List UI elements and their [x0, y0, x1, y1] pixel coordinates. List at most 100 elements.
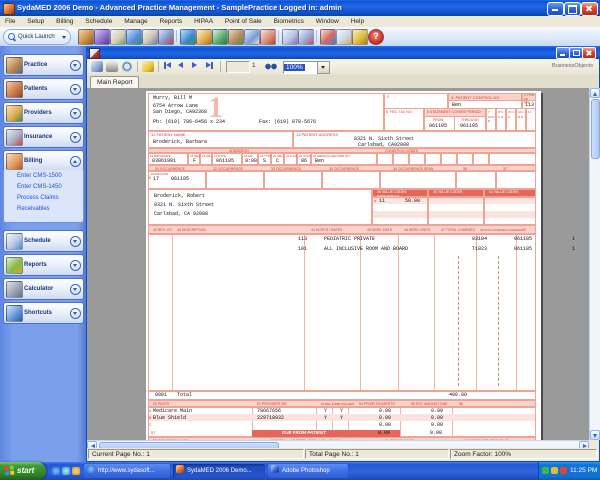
task-sydamed[interactable]: SydaMED 2006 Demo...: [173, 464, 265, 478]
menu-point-of-sale[interactable]: Point of Sale: [220, 16, 267, 27]
user-report-icon[interactable]: [260, 29, 276, 45]
chevron-down-icon[interactable]: [70, 132, 81, 143]
sidebar-link-process-claims[interactable]: Process Claims: [4, 192, 83, 203]
patient-record-icon[interactable]: [110, 29, 126, 45]
sidebar-item-providers[interactable]: Providers: [3, 102, 84, 124]
maximize-button[interactable]: [564, 2, 581, 16]
sidebar-item-practice[interactable]: Practice: [3, 54, 84, 76]
sidebar-item-insurance[interactable]: Insurance: [3, 126, 84, 148]
chevron-down-icon[interactable]: [70, 84, 81, 95]
zoom-combobox[interactable]: 100%: [283, 61, 319, 74]
sidebar-item-patients[interactable]: Patients: [3, 78, 84, 100]
sidebar-link-enter-cms-1500[interactable]: Enter CMS-1500: [4, 170, 83, 181]
chevron-down-icon[interactable]: [70, 236, 81, 247]
chevron-down-icon[interactable]: [70, 260, 81, 271]
document-icon[interactable]: [142, 29, 158, 45]
print-icon[interactable]: [106, 61, 118, 72]
status-zoom-factor: Zoom Factor: 100%: [450, 449, 597, 459]
form-occurrence-col4: [322, 171, 380, 189]
service-row-desc: PEDIATRIC PRIVATE: [324, 237, 375, 243]
menu-setup[interactable]: Setup: [22, 16, 49, 27]
menu-help[interactable]: Help: [346, 16, 369, 27]
task-photoshop[interactable]: Adobe Photoshop: [268, 464, 348, 478]
start-button[interactable]: start: [0, 462, 46, 480]
tab-main-report[interactable]: Main Report: [90, 76, 139, 88]
sydamed-icon: [176, 465, 184, 473]
form-box-6-through: THROUGH 061105: [454, 116, 486, 131]
patients-icon: [6, 81, 23, 98]
scroll-down-button[interactable]: [590, 430, 600, 440]
vertical-scroll-thumb[interactable]: [591, 99, 600, 159]
menu-biometrics[interactable]: Biometrics: [269, 16, 309, 27]
sidebar-link-enter-cms-1450[interactable]: Enter CMS-1450: [4, 181, 83, 192]
refresh-icon[interactable]: [121, 61, 133, 72]
zoom-dropdown-button[interactable]: [317, 61, 330, 74]
menu-billing[interactable]: Billing: [51, 16, 78, 27]
claim-form-icon[interactable]: [158, 29, 174, 45]
sidebar-item-schedule[interactable]: Schedule: [3, 230, 84, 252]
provider-monitor-icon[interactable]: [126, 29, 142, 45]
tray-alert-icon[interactable]: [560, 467, 567, 474]
menu-window[interactable]: Window: [311, 16, 344, 27]
lock-icon[interactable]: [352, 29, 368, 45]
next-page-button[interactable]: [192, 62, 202, 72]
menu-manage[interactable]: Manage: [119, 16, 153, 27]
last-page-button[interactable]: [206, 62, 216, 72]
internet-explorer-icon[interactable]: [52, 467, 60, 475]
sidebar-item-shortcuts[interactable]: Shortcuts: [3, 302, 84, 324]
menu-hipaa[interactable]: HIPAA: [189, 16, 218, 27]
icd-codes-icon[interactable]: [94, 29, 110, 45]
menu-file[interactable]: File: [0, 16, 20, 27]
window-titlebar[interactable]: SydaMED 2006 Demo - Advanced Practice Ma…: [0, 0, 600, 16]
toolbar-separator: [176, 30, 177, 42]
scroll-up-button[interactable]: [590, 88, 600, 98]
minimize-button[interactable]: [547, 2, 564, 16]
cpt-codes-icon[interactable]: [78, 29, 94, 45]
toolbar-separator: [158, 61, 159, 72]
chevron-up-icon[interactable]: [70, 156, 81, 167]
close-button[interactable]: [581, 2, 598, 16]
report-window-titlebar[interactable]: [86, 46, 600, 59]
group-tree-icon[interactable]: [142, 61, 154, 72]
page-number-box[interactable]: [226, 61, 250, 73]
messenger-icon[interactable]: [62, 467, 70, 475]
report-minimize-button[interactable]: [556, 47, 570, 59]
monitor-icon[interactable]: [336, 29, 352, 45]
search-binoculars-icon[interactable]: [265, 63, 277, 70]
form-condition-cell: [457, 153, 473, 165]
sidebar-item-calculator[interactable]: Calculator: [3, 278, 84, 300]
report-restore-button[interactable]: [569, 47, 583, 59]
service-row-units: 1: [572, 247, 575, 253]
service-row-units: 1: [572, 237, 575, 243]
vertical-scrollbar[interactable]: [589, 88, 600, 440]
menu-schedule[interactable]: Schedule: [80, 16, 117, 27]
tray-update-icon[interactable]: [551, 467, 558, 474]
show-desktop-icon[interactable]: [72, 467, 80, 475]
export-icon[interactable]: [91, 61, 103, 72]
tray-shield-icon[interactable]: [542, 467, 549, 474]
chevron-down-icon[interactable]: [70, 308, 81, 319]
menu-reports[interactable]: Reports: [155, 16, 188, 27]
previous-page-button[interactable]: [178, 62, 188, 72]
billing-coin-icon[interactable]: [196, 29, 212, 45]
form-condition-spacer: [489, 153, 536, 165]
chevron-down-icon[interactable]: [70, 284, 81, 295]
ledger-grid-icon[interactable]: [212, 29, 228, 45]
quick-launch-button[interactable]: Quick Launch: [3, 29, 71, 45]
chevron-down-icon[interactable]: [70, 108, 81, 119]
task-list-icon[interactable]: [298, 29, 314, 45]
report-close-button[interactable]: [582, 47, 596, 59]
help-icon[interactable]: ?: [368, 29, 384, 45]
folder-boxes-icon[interactable]: [228, 29, 244, 45]
sidebar-item-reports[interactable]: Reports: [3, 254, 84, 276]
mail-monitor-icon[interactable]: [244, 29, 260, 45]
task-browser[interactable]: http://www.sydasoft...: [84, 464, 170, 478]
chevron-down-icon[interactable]: [70, 60, 81, 71]
globe-monitor-icon[interactable]: [180, 29, 196, 45]
first-page-button[interactable]: [164, 62, 174, 72]
cd-document-icon[interactable]: [282, 29, 298, 45]
chart-icon[interactable]: [320, 29, 336, 45]
sidebar-item-billing[interactable]: Billing: [3, 150, 84, 172]
sidebar-link-receivables[interactable]: Receivables: [4, 203, 83, 214]
report-window-icon: [89, 48, 100, 59]
